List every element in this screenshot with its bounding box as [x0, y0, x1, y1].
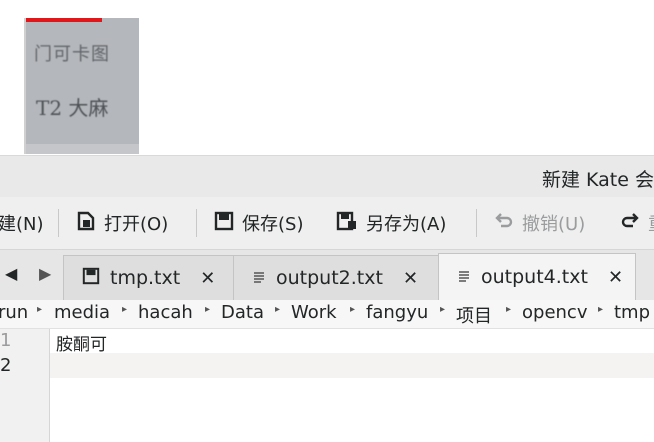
- editor-line: 胺酮可: [56, 335, 107, 355]
- tab-label: tmp.txt: [110, 267, 181, 289]
- tab-tmp-txt[interactable]: tmp.txt ✕: [63, 255, 234, 300]
- breadcrumb-separator-icon: ▸: [440, 304, 446, 315]
- breadcrumb-item[interactable]: Work: [291, 302, 337, 323]
- window-titlebar[interactable]: 新建 Kate 会: [0, 155, 654, 198]
- line-number: 2: [0, 355, 12, 376]
- save-icon: [82, 267, 100, 290]
- save-as-icon: [336, 211, 358, 236]
- breadcrumb-item[interactable]: Data: [221, 302, 264, 323]
- breadcrumb-item[interactable]: 项目: [456, 302, 492, 328]
- open-label: 打开(O): [104, 214, 169, 235]
- open-button[interactable]: 打开(O): [76, 209, 168, 237]
- tab-label: output4.txt: [481, 266, 588, 288]
- open-file-icon: [76, 211, 96, 236]
- close-icon[interactable]: ✕: [200, 268, 215, 289]
- breadcrumb-separator-icon: ▸: [275, 304, 281, 315]
- save-label: 保存(S): [242, 214, 304, 235]
- close-icon[interactable]: ✕: [608, 267, 623, 288]
- tab-label: output2.txt: [276, 267, 383, 289]
- breadcrumb-separator-icon: ▸: [598, 304, 604, 315]
- save-as-label: 另存为(A): [366, 214, 447, 235]
- breadcrumb-separator-icon: ▸: [205, 304, 211, 315]
- redo-button[interactable]: 重: [620, 209, 654, 237]
- toolbar-separator: [58, 209, 59, 237]
- breadcrumb-item[interactable]: tmp: [614, 302, 650, 323]
- redo-label: 重: [648, 210, 654, 236]
- new-button[interactable]: 建(N): [0, 209, 44, 237]
- breadcrumb-item[interactable]: run: [0, 302, 28, 323]
- tab-scroll-right-icon[interactable]: ▶: [39, 264, 51, 283]
- redo-icon: [620, 212, 640, 235]
- text-file-icon: [252, 267, 266, 290]
- text-editor[interactable]: 胺酮可: [50, 329, 654, 442]
- tab-output4-txt[interactable]: output4.txt ✕: [438, 253, 636, 300]
- undo-icon: [494, 212, 514, 235]
- line-number-gutter: 1 2: [0, 329, 50, 442]
- save-as-button[interactable]: 另存为(A): [336, 209, 446, 237]
- undo-label: 撤销(U): [522, 214, 586, 235]
- text-file-icon: [457, 266, 471, 289]
- undo-button[interactable]: 撤销(U): [494, 209, 585, 237]
- breadcrumb-item[interactable]: media: [54, 302, 110, 323]
- thumbnail-red-bar: [26, 18, 102, 22]
- breadcrumb-separator-icon: ▸: [506, 304, 512, 315]
- toolbar-separator: [196, 209, 197, 237]
- image-thumbnail: 门可卡图 T2 大麻: [24, 18, 139, 154]
- current-line-highlight: [50, 353, 654, 378]
- background-area: 门可卡图 T2 大麻: [0, 0, 654, 155]
- breadcrumb-separator-icon: ▸: [122, 304, 128, 315]
- breadcrumb-item[interactable]: opencv: [522, 302, 587, 323]
- breadcrumb-item[interactable]: hacah: [138, 302, 193, 323]
- breadcrumb-item[interactable]: fangyu: [366, 302, 428, 323]
- breadcrumb: run ▸ media ▸ hacah ▸ Data ▸ Work ▸ fang…: [0, 300, 654, 329]
- tab-scroll-left-icon[interactable]: ◀: [5, 264, 17, 283]
- tab-bar: ◀ ▶ tmp.txt ✕ output2.txt ✕ output4.txt …: [0, 250, 654, 300]
- close-icon[interactable]: ✕: [403, 268, 418, 289]
- thumbnail-text-line2: T2 大麻: [36, 96, 109, 120]
- new-label: 建(N): [0, 214, 44, 235]
- thumbnail-text-line1: 门可卡图: [34, 44, 110, 65]
- line-number: 1: [0, 330, 12, 351]
- thumbnail-bottom: [26, 144, 139, 154]
- tab-output2-txt[interactable]: output2.txt ✕: [233, 255, 439, 300]
- breadcrumb-separator-icon: ▸: [350, 304, 356, 315]
- main-toolbar: 建(N) 打开(O) 保存(S) 另存为(A) 撤销(U) 重: [0, 197, 654, 250]
- window-title: 新建 Kate 会: [542, 169, 654, 191]
- breadcrumb-separator-icon: ▸: [37, 304, 43, 315]
- save-icon: [214, 211, 234, 236]
- toolbar-separator: [476, 209, 477, 237]
- save-button[interactable]: 保存(S): [214, 209, 303, 237]
